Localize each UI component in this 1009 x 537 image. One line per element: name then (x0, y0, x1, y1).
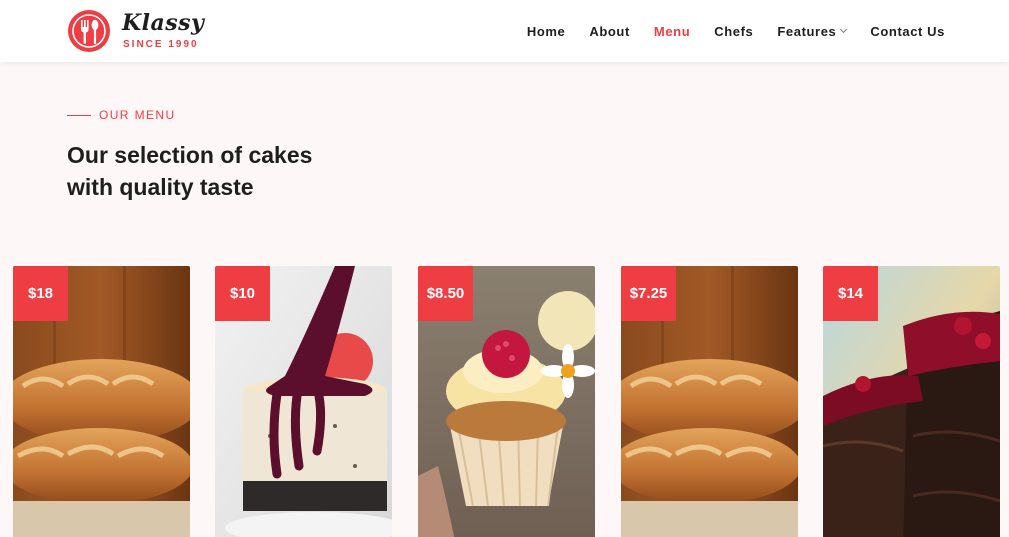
section-tag: OUR MENU (67, 108, 176, 122)
menu-card[interactable]: $18 (13, 266, 190, 537)
section-title-line-2: with quality taste (67, 174, 254, 200)
nav-item-home[interactable]: Home (527, 24, 566, 39)
price-badge: $18 (13, 266, 68, 321)
fork-spoon-logo-icon (68, 10, 110, 52)
menu-cards: $18 $10 $8.50 $7.25 $14 (13, 266, 1003, 537)
nav-item-about[interactable]: About (589, 24, 630, 39)
nav-item-chefs[interactable]: Chefs (714, 24, 753, 39)
price-badge: $7.25 (621, 266, 676, 321)
menu-card[interactable]: $14 (823, 266, 1000, 537)
tag-line-divider (67, 114, 91, 116)
site-header: Klassy SINCE 1990 Home About Menu Chefs … (0, 0, 1009, 62)
section-title: Our selection of cakes with quality tast… (67, 139, 387, 203)
brand-logo[interactable]: Klassy SINCE 1990 (66, 8, 216, 54)
menu-card[interactable]: $10 (215, 266, 392, 537)
nav-item-features-label: Features (777, 23, 837, 39)
price-badge: $10 (215, 266, 270, 321)
main-nav: Home About Menu Chefs Features Contact U… (527, 0, 945, 62)
section-title-line-1: Our selection of cakes (67, 142, 313, 168)
brand-tagline: SINCE 1990 (123, 39, 199, 50)
nav-item-contact-us[interactable]: Contact Us (870, 24, 945, 39)
menu-card[interactable]: $8.50 (418, 266, 595, 537)
brand-name: Klassy (122, 10, 205, 36)
menu-card[interactable]: $7.25 (621, 266, 798, 537)
chevron-down-icon (840, 25, 848, 34)
nav-item-menu[interactable]: Menu (654, 24, 690, 39)
nav-item-features[interactable]: Features (777, 23, 848, 39)
section-tag-label: OUR MENU (99, 108, 176, 122)
price-badge: $14 (823, 266, 878, 321)
price-badge: $8.50 (418, 266, 473, 321)
